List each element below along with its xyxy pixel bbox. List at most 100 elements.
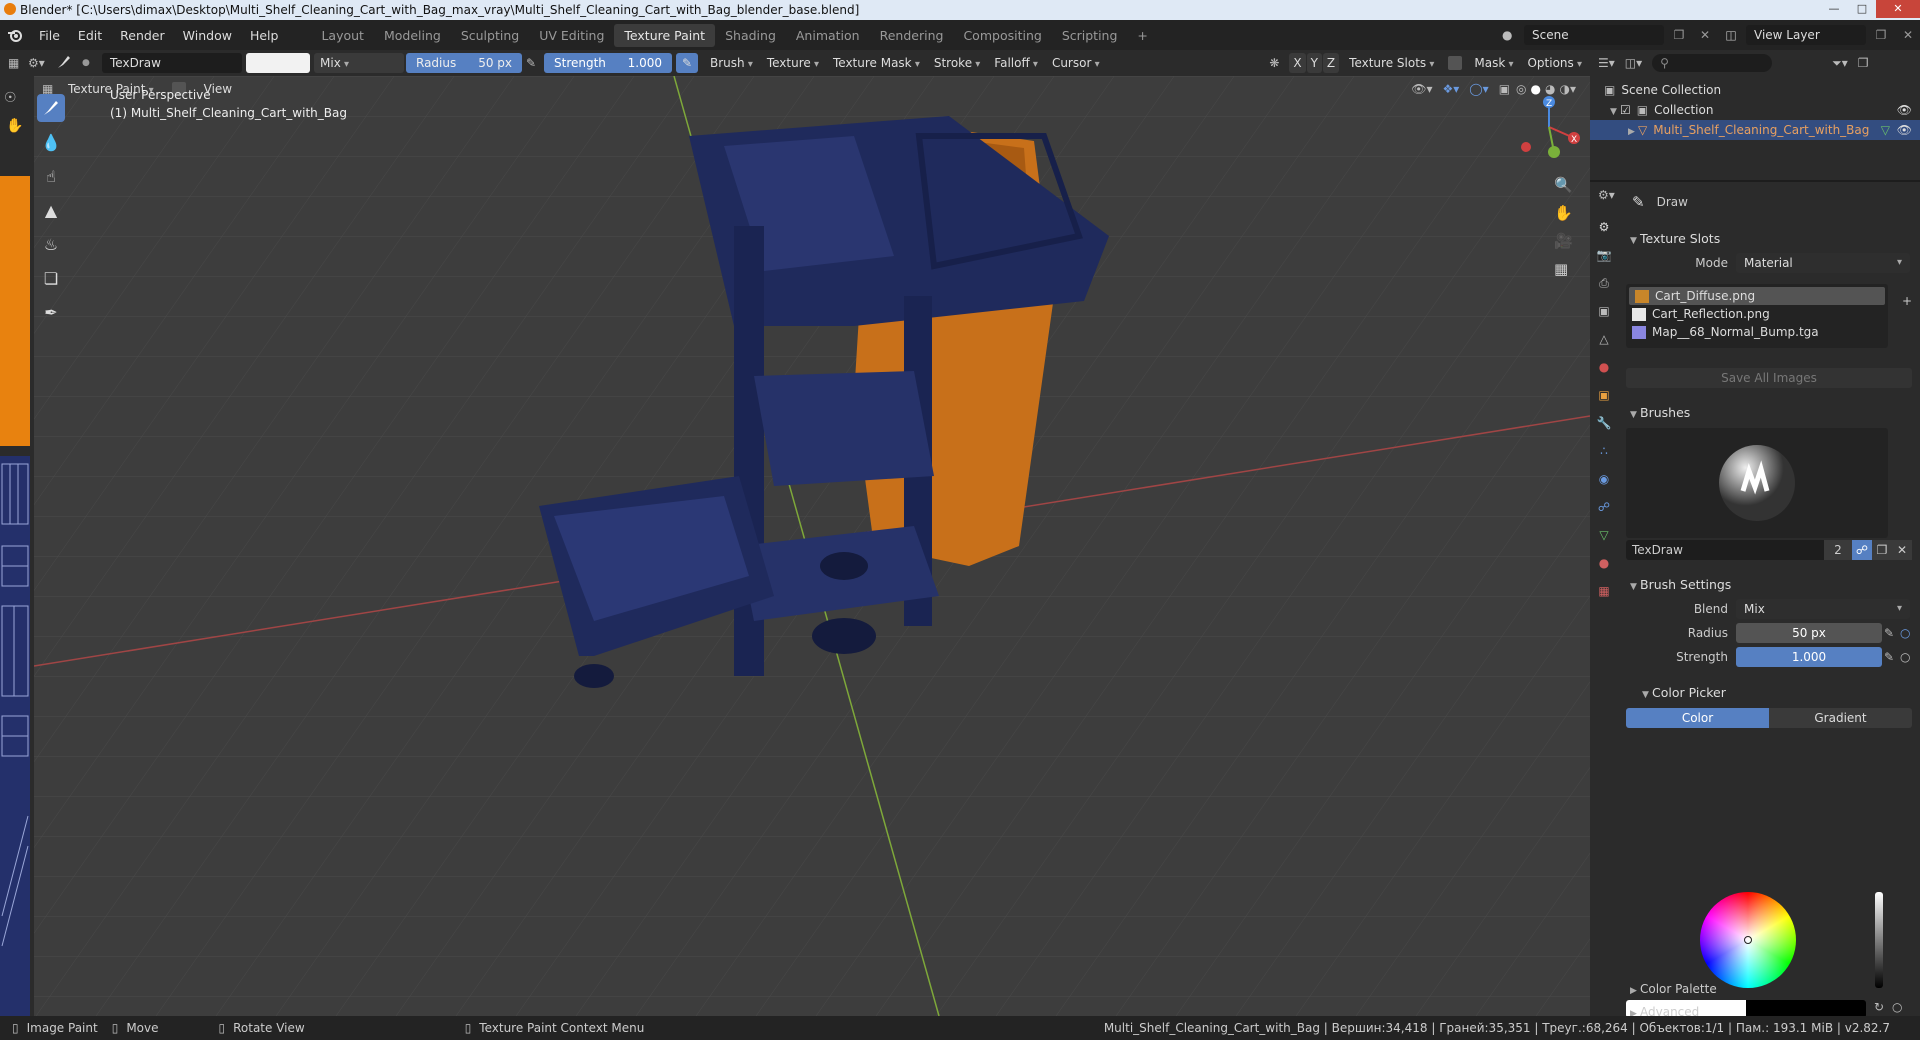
tab-uv-editing[interactable]: UV Editing [529,24,614,47]
fake-user-icon[interactable]: ☍ [1852,540,1872,560]
brush-browse-icon[interactable]: ● [82,58,102,68]
menu-render[interactable]: Render [111,28,174,43]
texture-mask-menu[interactable]: Texture Mask [827,53,926,73]
scene-tab[interactable]: △ [1593,328,1615,350]
mask-menu[interactable]: Mask [1468,53,1519,73]
soften-tool[interactable]: 💧 [37,128,65,156]
menu-window[interactable]: Window [174,28,241,43]
hand-icon[interactable]: ✋ [6,118,23,134]
fill-tool[interactable]: ♨ [37,230,65,258]
annotate-tool[interactable]: ✒ [37,298,65,326]
visibility-icon[interactable]: 👁▾ [1411,82,1432,96]
physics-tab[interactable]: ◉ [1593,468,1615,490]
brush-color-swatch[interactable] [246,53,310,73]
tab-shading[interactable]: Shading [715,24,786,47]
view-navigation-icon[interactable]: ☉ [4,90,17,106]
color-tab[interactable]: Color [1626,708,1769,728]
new-view-layer-icon[interactable]: ❐ [1866,28,1896,42]
minimize-button[interactable]: — [1820,0,1848,18]
display-mode-icon[interactable]: ◫▾ [1625,56,1642,70]
options-menu[interactable]: Options [1521,53,1588,73]
cart-model[interactable] [34,76,1590,1016]
brushes-panel-header[interactable]: ▼ Brushes [1620,402,1920,424]
mirror-y-toggle[interactable]: Y [1306,53,1322,73]
material-tab[interactable]: ● [1593,552,1615,574]
brush-settings-panel-header[interactable]: ▼ Brush Settings [1620,574,1920,596]
blend-mode-dropdown[interactable]: Mix [1736,599,1910,619]
close-button[interactable]: ✕ [1876,0,1920,18]
unified-setting-icon[interactable]: ○ [1900,626,1920,640]
tab-texture-paint[interactable]: Texture Paint [614,23,716,47]
render-tab[interactable]: 📷 [1593,244,1615,266]
object-tab[interactable]: ▣ [1593,384,1615,406]
tab-scripting[interactable]: Scripting [1052,24,1128,47]
texture-slot-item[interactable]: Map__68_Normal_Bump.tga [1626,323,1888,341]
mirror-z-toggle[interactable]: Z [1322,53,1340,73]
value-slider[interactable] [1875,892,1883,988]
clone-tool[interactable]: ▲ [37,196,65,224]
draw-tool[interactable] [37,94,65,122]
new-brush-icon[interactable]: ❐ [1872,540,1892,560]
eye-icon[interactable]: 👁 [1897,100,1912,120]
gradient-tab[interactable]: Gradient [1769,708,1912,728]
tool-settings-icon[interactable]: ⚙▾ [28,56,56,70]
world-tab[interactable]: ● [1593,356,1615,378]
tab-animation[interactable]: Animation [786,24,870,47]
view-layer-tab[interactable]: ▣ [1593,300,1615,322]
outliner-object-row[interactable]: ▶ ▽ Multi_Shelf_Cleaning_Cart_with_Bag ▽ 👁 [1590,120,1920,140]
texture-slot-item[interactable]: Cart_Diffuse.png [1629,287,1885,305]
falloff-menu[interactable]: Falloff [988,53,1044,73]
checkbox-icon[interactable]: ☑ [1620,103,1631,117]
brush-preview[interactable] [1626,428,1888,538]
new-scene-icon[interactable]: ❐ [1664,28,1694,42]
outliner-search-input[interactable]: ⚲ [1652,54,1773,72]
unified-setting-icon[interactable]: ○ [1900,650,1920,664]
output-tab[interactable]: ⎙ [1593,272,1615,294]
eye-icon[interactable]: 👁 [1897,120,1912,140]
texture-tab[interactable]: ▦ [1593,580,1615,602]
maximize-button[interactable]: □ [1848,0,1876,18]
save-all-images-button[interactable]: Save All Images [1626,368,1912,388]
radius-slider[interactable]: Radius 50 px [406,53,522,73]
texture-slots-panel-header[interactable]: ▼ Texture Slots [1620,228,1920,250]
view-layer-icon[interactable]: ◫ [1716,28,1746,42]
mask-checkbox[interactable] [1448,56,1463,70]
texture-slots-menu[interactable]: Texture Slots [1343,53,1440,73]
color-wheel[interactable] [1700,892,1796,988]
tab-modeling[interactable]: Modeling [374,24,451,47]
pen-pressure-icon[interactable]: ✎ [1884,626,1900,640]
editor-type-icon[interactable]: ▦ [8,56,28,70]
overlay-icon[interactable]: ◯▾ [1469,82,1488,96]
delete-scene-icon[interactable]: ✕ [1694,28,1716,42]
particles-tab[interactable]: ∴ [1593,440,1615,462]
radius-field[interactable]: 50 px [1736,623,1882,643]
blender-logo-icon[interactable] [0,27,30,43]
add-workspace-button[interactable]: + [1127,24,1157,47]
brush-name-field[interactable]: TexDraw [102,53,242,73]
pen-pressure-icon[interactable]: ✎ [1884,650,1900,664]
smear-tool[interactable]: ☝ [37,162,65,190]
camera-icon[interactable]: 🎥 [1554,232,1573,250]
mask-tool[interactable]: ❏ [37,264,65,292]
color-wheel-cursor[interactable] [1744,936,1752,944]
tool-tab[interactable]: ⚙ [1593,216,1615,238]
symmetry-icon[interactable]: ❋ [1269,56,1289,70]
properties-editor-icon[interactable]: ⚙▾ [1598,188,1615,202]
gizmo-icon[interactable]: ❖▾ [1442,82,1459,96]
tab-rendering[interactable]: Rendering [870,24,954,47]
add-slot-button[interactable]: + [1902,294,1912,308]
data-tab[interactable]: ▽ [1593,524,1615,546]
outliner-collection[interactable]: ▼ ☑ ▣ Collection 👁 [1590,100,1920,120]
delete-view-layer-icon[interactable]: ✕ [1896,28,1920,42]
filter-icon[interactable]: ⏷▾ [1832,56,1848,71]
radius-pressure-icon[interactable]: ✎ [526,56,544,70]
modifier-tab[interactable]: 🔧 [1593,412,1615,434]
scene-selector[interactable]: Scene [1524,25,1664,45]
hand-icon[interactable]: ✋ [1554,204,1573,222]
outliner-scene-collection[interactable]: ▣ Scene Collection [1590,80,1920,100]
new-collection-icon[interactable]: ❐ [1858,56,1869,70]
slot-mode-dropdown[interactable]: Material [1736,253,1910,273]
stroke-menu[interactable]: Stroke [928,53,986,73]
view-layer-selector[interactable]: View Layer [1746,25,1866,45]
texture-menu[interactable]: Texture [761,53,825,73]
